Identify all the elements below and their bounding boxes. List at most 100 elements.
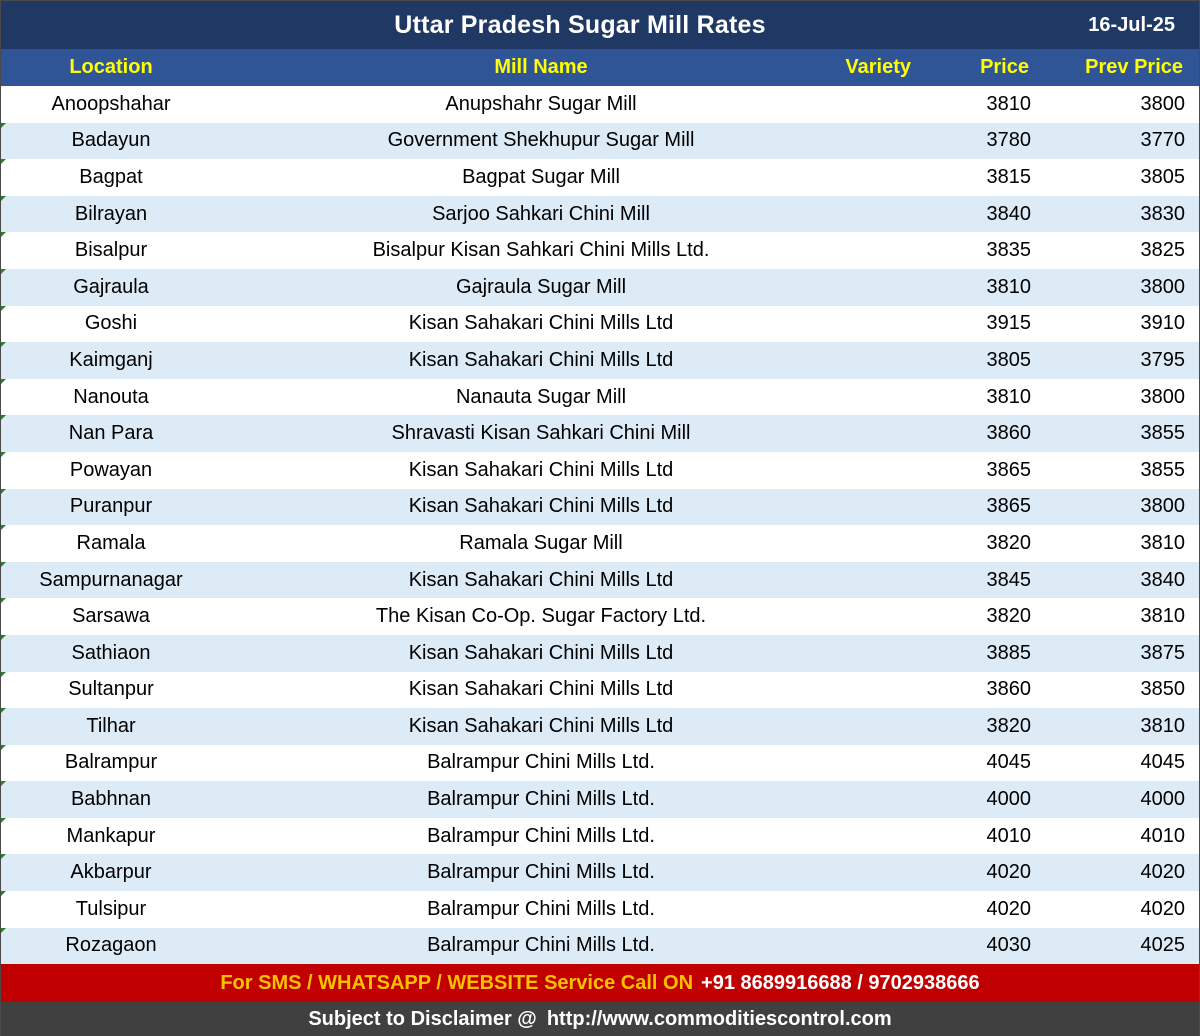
- table-row: Sultanpur Kisan Sahakari Chini Mills Ltd 3…: [1, 671, 1199, 709]
- location-cell: Sampurnanagar: [39, 568, 183, 591]
- prev-price-cell: 3850: [1140, 678, 1186, 701]
- service-banner: For SMS / WHATSAPP / WEBSITE Service Cal…: [1, 964, 1199, 1002]
- prev-price-cell: 3800: [1140, 495, 1186, 518]
- column-header-mill-name: Mill Name: [494, 56, 588, 78]
- price-cell: 4000: [986, 788, 1032, 811]
- location-cell: Rozagaon: [65, 934, 157, 957]
- prev-price-cell: 3800: [1140, 92, 1186, 115]
- table-row: Akbarpur Balrampur Chini Mills Ltd. 4020 40…: [1, 854, 1199, 892]
- table-row: Ramala Ramala Sugar Mill 3820 3810: [1, 525, 1199, 562]
- location-cell: Mankapur: [66, 824, 156, 847]
- prev-price-cell: 3800: [1140, 385, 1186, 408]
- price-cell: 3780: [986, 129, 1032, 152]
- price-cell: 4020: [986, 897, 1032, 920]
- mill-name-cell: Kisan Sahakari Chini Mills Ltd: [408, 458, 674, 481]
- price-cell: 3820: [986, 714, 1032, 737]
- price-cell: 3865: [986, 495, 1032, 518]
- table-row: Tilhar Kisan Sahakari Chini Mills Ltd 3820…: [1, 708, 1199, 745]
- prev-price-cell: 3840: [1140, 568, 1186, 591]
- location-cell: Tulsipur: [75, 897, 147, 920]
- price-cell: 4020: [986, 861, 1032, 884]
- location-cell: Sathiaon: [71, 641, 151, 664]
- location-cell: Anoopshahar: [51, 92, 171, 115]
- report-date: 16-Jul-25: [1088, 14, 1175, 36]
- table-row: Mankapur Balrampur Chini Mills Ltd. 4010 40…: [1, 817, 1199, 855]
- prev-price-cell: 3805: [1140, 165, 1186, 188]
- price-cell: 3810: [986, 385, 1032, 408]
- price-cell: 4010: [986, 824, 1032, 847]
- prev-price-cell: 4010: [1140, 824, 1186, 847]
- price-cell: 3860: [986, 422, 1032, 445]
- prev-price-cell: 3810: [1140, 714, 1186, 737]
- price-cell: 4030: [986, 934, 1032, 957]
- location-cell: Akbarpur: [70, 861, 152, 884]
- mill-name-cell: Kisan Sahakari Chini Mills Ltd: [408, 495, 674, 518]
- table-row: Nanouta Nanauta Sugar Mill 3810 3800: [1, 378, 1199, 416]
- price-cell: 3810: [986, 92, 1032, 115]
- mill-name-cell: Anupshahr Sugar Mill: [445, 92, 637, 115]
- location-cell: Ramala: [76, 531, 146, 554]
- mill-name-cell: Ramala Sugar Mill: [459, 531, 623, 554]
- table-header: Location Mill Name Variety Price Prev Pr…: [1, 49, 1199, 86]
- price-cell: 3805: [986, 348, 1032, 371]
- table-row: Gajraula Gajraula Sugar Mill 3810 3800: [1, 268, 1199, 306]
- location-cell: Balrampur: [64, 751, 158, 774]
- website-link[interactable]: http://www.commoditiescontrol.com: [547, 1008, 892, 1031]
- location-cell: Bisalpur: [74, 239, 148, 262]
- location-cell: Bilrayan: [74, 202, 148, 225]
- table-row: Bilrayan Sarjoo Sahkari Chini Mill 3840 383…: [1, 195, 1199, 233]
- table-row: Sampurnanagar Kisan Sahakari Chini Mills …: [1, 561, 1199, 599]
- price-cell: 3820: [986, 531, 1032, 554]
- mill-name-cell: Government Shekhupur Sugar Mill: [387, 129, 695, 152]
- mill-name-cell: Kisan Sahakari Chini Mills Ltd: [408, 641, 674, 664]
- phone-numbers: +91 8689916688 / 9702938666: [701, 971, 980, 994]
- prev-price-cell: 3810: [1140, 531, 1186, 554]
- mill-name-cell: Bisalpur Kisan Sahkari Chini Mills Ltd.: [372, 239, 710, 262]
- table-row: Anoopshahar Anupshahr Sugar Mill 3810 3800: [1, 86, 1199, 123]
- price-cell: 3840: [986, 202, 1032, 225]
- price-cell: 3845: [986, 568, 1032, 591]
- mill-name-cell: Gajraula Sugar Mill: [455, 275, 627, 298]
- mill-name-cell: Bagpat Sugar Mill: [462, 165, 620, 188]
- location-cell: Gajraula: [73, 275, 149, 298]
- prev-price-cell: 3800: [1140, 275, 1186, 298]
- table-row: Tulsipur Balrampur Chini Mills Ltd. 4020 40…: [1, 891, 1199, 928]
- table-row: Powayan Kisan Sahakari Chini Mills Ltd 386…: [1, 451, 1199, 489]
- price-cell: 3865: [986, 458, 1032, 481]
- mill-name-cell: The Kisan Co-Op. Sugar Factory Ltd.: [375, 605, 707, 628]
- table-row: Puranpur Kisan Sahakari Chini Mills Ltd 38…: [1, 488, 1199, 526]
- prev-price-cell: 4020: [1140, 897, 1186, 920]
- prev-price-cell: 3770: [1140, 129, 1186, 152]
- price-cell: 3835: [986, 239, 1032, 262]
- price-cell: 3820: [986, 605, 1032, 628]
- title-bar: Uttar Pradesh Sugar Mill Rates 16-Jul-25: [1, 1, 1199, 49]
- location-cell: Sultanpur: [68, 678, 154, 701]
- location-cell: Badayun: [71, 129, 151, 152]
- rates-sheet: Uttar Pradesh Sugar Mill Rates 16-Jul-25…: [0, 0, 1200, 1036]
- price-cell: 3915: [986, 312, 1032, 335]
- table-row: Goshi Kisan Sahakari Chini Mills Ltd 3915 3…: [1, 305, 1199, 343]
- table-row: Kaimganj Kisan Sahakari Chini Mills Ltd 38…: [1, 342, 1199, 379]
- column-header-variety: Variety: [845, 56, 911, 78]
- prev-price-cell: 4045: [1140, 751, 1186, 774]
- mill-name-cell: Balrampur Chini Mills Ltd.: [427, 861, 655, 884]
- mill-name-cell: Kisan Sahakari Chini Mills Ltd: [408, 678, 674, 701]
- table-row: Bagpat Bagpat Sugar Mill 3815 3805: [1, 159, 1199, 196]
- prev-price-cell: 3795: [1140, 348, 1186, 371]
- prev-price-cell: 3855: [1140, 422, 1186, 445]
- location-cell: Nanouta: [73, 385, 149, 408]
- location-cell: Tilhar: [86, 714, 136, 737]
- price-cell: 3815: [986, 165, 1032, 188]
- table-row: Balrampur Balrampur Chini Mills Ltd. 4045 4…: [1, 744, 1199, 782]
- prev-price-cell: 4025: [1140, 934, 1186, 957]
- mill-name-cell: Balrampur Chini Mills Ltd.: [427, 751, 655, 774]
- location-cell: Powayan: [69, 458, 153, 481]
- mill-name-cell: Shravasti Kisan Sahkari Chini Mill: [391, 422, 691, 445]
- table-body: Anoopshahar Anupshahr Sugar Mill 3810 3800 B…: [1, 86, 1199, 965]
- mill-name-cell: Balrampur Chini Mills Ltd.: [427, 897, 655, 920]
- price-cell: 3885: [986, 641, 1032, 664]
- price-cell: 3860: [986, 678, 1032, 701]
- location-cell: Kaimganj: [69, 348, 153, 371]
- location-cell: Bagpat: [79, 165, 143, 188]
- price-cell: 3810: [986, 275, 1032, 298]
